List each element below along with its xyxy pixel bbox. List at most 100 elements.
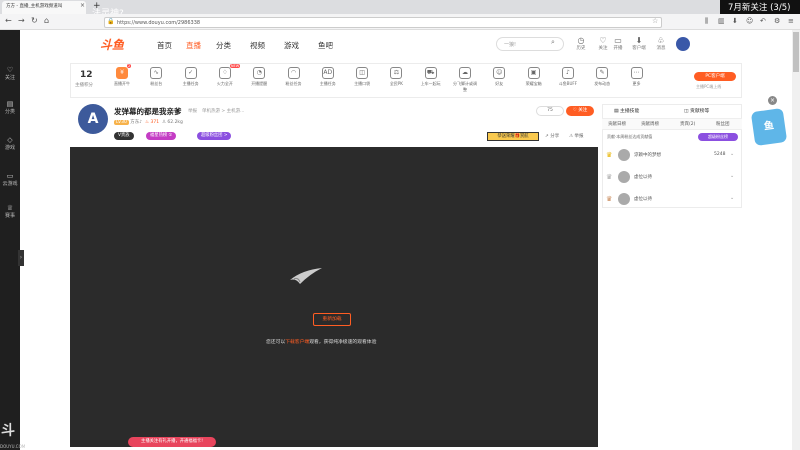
ranking-avatar	[618, 193, 630, 205]
header-icon: ⬇	[635, 36, 643, 45]
vip-pill[interactable]: V贵族	[114, 132, 134, 140]
ranking-subtab[interactable]: 贵宾(2)	[680, 121, 695, 127]
function-item-label: 直播开牛	[114, 81, 130, 86]
ranking-subtab[interactable]: 粉丝团	[716, 121, 730, 127]
gift-badge[interactable]: 恭送荣耀🎁赏航	[487, 132, 539, 141]
chevron-down-icon[interactable]: ⌄	[730, 173, 734, 179]
report-tag[interactable]: 举报	[188, 108, 197, 114]
ranking-subtab[interactable]: 贡献日榜	[608, 121, 626, 127]
search-icon[interactable]: ⌕	[551, 38, 555, 47]
function-item[interactable]: ✎ 发布动态	[589, 67, 615, 87]
function-item-icon: ☁	[459, 67, 471, 79]
mascot-widget[interactable]: 鱼	[750, 107, 788, 147]
home-icon[interactable]: ⌂	[44, 16, 49, 25]
function-item-icon: ✓	[184, 67, 197, 79]
sidebar-item[interactable]: ▤ 分类	[0, 100, 20, 115]
heat-count: ♨ 371	[145, 120, 160, 125]
video-player[interactable]	[70, 147, 598, 447]
undo-icon[interactable]: ↶	[760, 17, 766, 25]
menu-icon[interactable]: ≡	[788, 17, 794, 25]
sidebar-item[interactable]: ♡ 关注	[0, 66, 20, 81]
super-fans-pill[interactable]: 超级粉丝团 >	[197, 132, 232, 140]
sidebar-icon[interactable]: ▥	[718, 17, 725, 25]
super-fans-list-button[interactable]: 超级粉丝榜	[698, 133, 738, 141]
tab-close-icon[interactable]: ×	[80, 2, 85, 9]
mascot-close-icon[interactable]: ×	[768, 96, 777, 105]
url-bar[interactable]: https://www.douyu.com/2986338	[104, 17, 662, 28]
chevron-down-icon[interactable]: ⌄	[730, 151, 734, 157]
back-icon[interactable]: ←	[5, 16, 12, 25]
function-item-label: 荣耀宝箱	[525, 81, 542, 86]
header-icon-button[interactable]: ⬇ 客户端	[628, 36, 650, 51]
ranking-row[interactable]: ♛ 虚位以待 ⌄	[606, 192, 738, 208]
function-item[interactable]: ▣ 荣耀宝箱	[521, 67, 547, 87]
report-button[interactable]: ⚠ 举报	[569, 133, 583, 139]
video-message: 您还可以下载客户端观看，获得纯净极速的观看体验	[266, 338, 376, 345]
function-item[interactable]: ◠ 粉丝任务	[281, 67, 307, 87]
scrollbar-thumb[interactable]	[793, 32, 799, 72]
main-nav-item[interactable]: 分类	[216, 40, 231, 51]
header-icon-button[interactable]: ◷ 历史	[570, 36, 592, 51]
function-item[interactable]: ◔ 开播提醒	[246, 67, 272, 87]
share-button[interactable]: ↗ 分享	[545, 133, 559, 139]
main-nav-item[interactable]: 鱼吧	[318, 40, 333, 51]
function-item-icon: ⛟	[424, 67, 437, 79]
page-scrollbar[interactable]	[792, 30, 800, 450]
ranking-subtab[interactable]: 贡献周榜	[641, 121, 659, 127]
function-item[interactable]: ✓ 主播任务	[178, 67, 204, 87]
forward-icon[interactable]: →	[18, 16, 25, 25]
main-nav-item[interactable]: 视频	[250, 40, 265, 51]
function-item-icon: ◔	[253, 67, 266, 79]
account-icon[interactable]: ☺	[746, 17, 753, 25]
function-item[interactable]: ∿ 粉丝台	[143, 67, 169, 87]
extension-icon[interactable]: ⚙	[774, 17, 780, 25]
main-nav-item[interactable]: 直播	[186, 40, 201, 51]
main-nav-item[interactable]: 首页	[157, 40, 172, 51]
ranking-row[interactable]: ♛ 涼颖中的梦想 5248 ⌄	[606, 148, 738, 164]
anchor-avatar[interactable]: A	[78, 104, 108, 134]
reload-icon[interactable]: ↻	[31, 16, 38, 25]
category-breadcrumb[interactable]: 单机热游 > 主机游...	[202, 108, 244, 114]
sidebar-item[interactable]: ▭ 云游戏	[0, 172, 20, 187]
downloads-icon[interactable]: ⬇	[732, 17, 738, 25]
bookmark-star-icon[interactable]: ☆	[652, 17, 658, 25]
function-item[interactable]: ⋯ 更多	[624, 67, 650, 87]
library-icon[interactable]: ⫼	[705, 17, 708, 26]
sidebar-toggle[interactable]: ›	[18, 250, 24, 266]
anchor-name[interactable]: 方东♪	[130, 120, 142, 125]
tab-anchor-skills[interactable]: ▤ 主播技能	[614, 107, 639, 114]
ranking-score: 5248	[714, 152, 726, 157]
main-nav-item[interactable]: 游戏	[284, 40, 299, 51]
function-item[interactable]: ⚖ 全民PK	[383, 67, 409, 87]
header-icon: ♧	[657, 36, 665, 45]
pc-client-button[interactable]: PC客户端	[694, 72, 736, 81]
fans-rank-pill[interactable]: 福星热榜 ①	[146, 132, 177, 140]
browser-tab[interactable]: 方方 - 直播_主机游戏频道叫	[2, 1, 86, 14]
user-avatar[interactable]	[676, 37, 690, 51]
ranking-row[interactable]: ♛ 虚位以待 ⌄	[606, 170, 738, 186]
chevron-down-icon[interactable]: ⌄	[730, 195, 734, 201]
tab-contribution[interactable]: ◫ 贡献榜等	[684, 107, 709, 114]
sidebar-item-label: 游戏	[4, 145, 15, 151]
video-msg-post: 观看，获得纯净极速的观看体验	[309, 340, 377, 345]
function-item[interactable]: ♢ 火力全开 NEW	[212, 64, 241, 87]
sidebar-item[interactable]: ◇ 游戏	[0, 136, 20, 151]
follow-button[interactable]: ♡ 关注	[566, 106, 594, 116]
function-item[interactable]: ☺ 好友	[486, 67, 512, 87]
sidebar-item-label: 赛事	[4, 213, 15, 219]
header-icon-button[interactable]: ♧ 消息	[650, 36, 672, 51]
download-client-link[interactable]: 下载客户端	[285, 340, 309, 345]
function-item[interactable]: ♪ 斗鱼BUFF	[555, 67, 581, 87]
function-item[interactable]: ◫ 主播口袋	[349, 67, 375, 87]
reload-video-button[interactable]: 重新加载	[313, 313, 351, 326]
function-item[interactable]: ¥ 直播开牛 2	[109, 64, 135, 87]
function-item[interactable]: ⛟ 上车一起玩	[418, 67, 444, 87]
function-item-label: 火力全开	[216, 81, 233, 86]
douyu-logo[interactable]: 斗鱼	[100, 36, 140, 54]
header-icon-button[interactable]: ▭ 开播	[607, 36, 629, 51]
function-item[interactable]: AD 主播任务	[315, 67, 341, 87]
sidebar-item[interactable]: ♕ 赛事	[0, 204, 20, 219]
promo-toast[interactable]: 主播关注有礼开播，开通福福卡!	[128, 437, 216, 447]
function-item-badge: NEW	[229, 64, 241, 68]
function-item[interactable]: ☁ 分飞脚计或调整	[452, 67, 478, 93]
